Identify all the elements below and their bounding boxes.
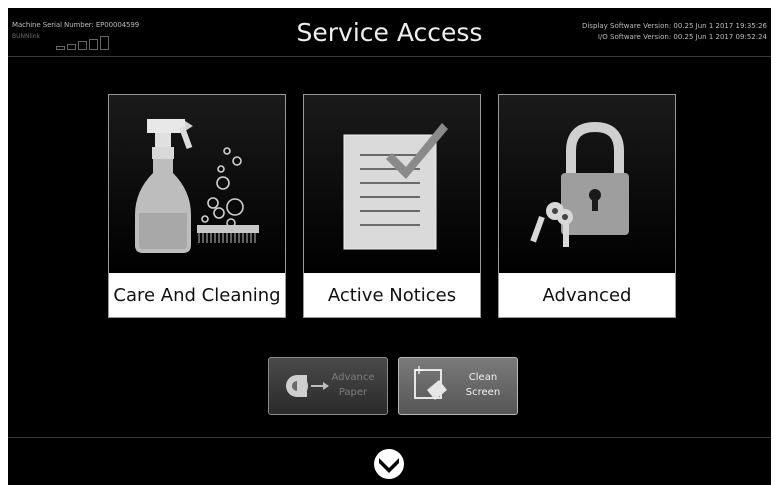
software-versions: Display Software Version: 00.25 Jun 1 20… xyxy=(582,21,767,43)
chevron-down-icon[interactable] xyxy=(373,448,405,480)
checklist-document-icon xyxy=(304,95,480,273)
advance-paper-button[interactable]: Advance Paper xyxy=(268,357,388,415)
care-and-cleaning-button[interactable]: Care And Cleaning xyxy=(108,94,286,318)
clean-screen-button[interactable]: Clean Screen xyxy=(398,357,518,415)
advance-paper-text: Advance Paper xyxy=(331,372,375,398)
padlock-keys-icon xyxy=(499,95,675,273)
clean-screen-text: Clean Screen xyxy=(465,372,501,398)
service-access-screen: Machine Serial Number: EP00004599 BUNNli… xyxy=(8,8,771,485)
header-bar: Machine Serial Number: EP00004599 BUNNli… xyxy=(8,8,771,57)
active-notices-label: Active Notices xyxy=(304,273,480,317)
active-notices-button[interactable]: Active Notices xyxy=(303,94,481,318)
io-software-version: I/O Software Version: 00.25 Jun 1 2017 0… xyxy=(597,33,767,41)
paper-roll-icon xyxy=(286,375,329,397)
care-and-cleaning-label: Care And Cleaning xyxy=(109,273,285,317)
footer-bar xyxy=(8,437,771,485)
spray-bottle-brush-icon xyxy=(109,95,285,273)
advanced-label: Advanced xyxy=(499,273,675,317)
display-software-version: Display Software Version: 00.25 Jun 1 20… xyxy=(581,22,767,30)
advanced-button[interactable]: Advanced xyxy=(498,94,676,318)
